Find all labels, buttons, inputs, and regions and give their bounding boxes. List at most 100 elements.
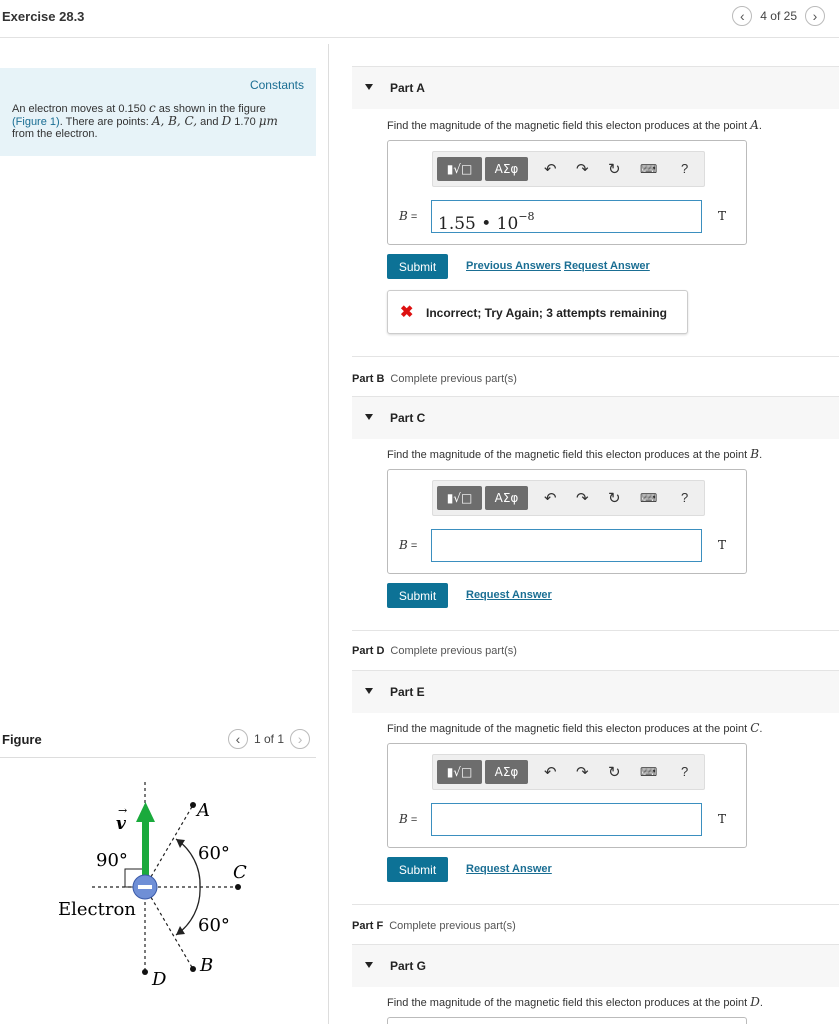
part-g-answer-box <box>387 1017 747 1024</box>
part-b-note: Part B Complete previous part(s) <box>352 373 517 385</box>
previous-answers-link[interactable]: Previous Answers <box>466 260 561 272</box>
vector-arrow-icon: → <box>118 804 127 817</box>
next-figure-button[interactable]: › <box>290 729 311 749</box>
unit-label: T <box>718 538 727 552</box>
part-d-note: Part D Complete previous part(s) <box>352 645 517 657</box>
help-icon[interactable]: ? <box>681 161 688 176</box>
undo-icon[interactable]: ↶ <box>544 160 557 178</box>
equals-sign: = <box>407 540 418 552</box>
part-e-submit-button[interactable]: Submit <box>387 857 448 882</box>
distance-value: 1.70 <box>231 116 259 128</box>
chevron-right-icon: › <box>812 8 818 24</box>
unit-label: T <box>718 812 727 826</box>
exercise-title: Exercise 28.3 <box>2 9 85 24</box>
reset-icon[interactable]: ↻ <box>608 763 621 781</box>
figure-divider <box>0 757 316 758</box>
part-c-answer-input[interactable] <box>431 529 702 562</box>
b-symbol: B <box>399 538 408 552</box>
keyboard-icon[interactable]: ⌨ <box>640 765 657 779</box>
question-point: A <box>750 118 759 132</box>
greek-symbols-button[interactable]: ΑΣφ <box>485 486 528 510</box>
b-label: B = <box>399 538 417 552</box>
question-point: D <box>750 995 760 1009</box>
part-a-submit-button[interactable]: Submit <box>387 254 448 279</box>
redo-icon[interactable]: ↷ <box>576 160 589 178</box>
reset-icon[interactable]: ↻ <box>608 160 621 178</box>
part-b-divider <box>352 356 839 357</box>
undo-icon[interactable]: ↶ <box>544 763 557 781</box>
constants-link[interactable]: Constants <box>250 78 304 92</box>
angle-60-top-label: 60° <box>198 843 230 864</box>
templates-button[interactable]: ▮√□ <box>437 157 482 181</box>
redo-icon[interactable]: ↷ <box>576 489 589 507</box>
reset-icon[interactable]: ↻ <box>608 489 621 507</box>
part-e-answer-input[interactable] <box>431 803 702 836</box>
request-answer-link[interactable]: Request Answer <box>466 589 552 601</box>
templates-button[interactable]: ▮√□ <box>437 486 482 510</box>
part-c-answer-box: ▮√□ ΑΣφ ↶ ↷ ↻ ⌨ ? B = T <box>387 469 747 574</box>
part-f-divider <box>352 904 839 905</box>
chevron-left-icon: ‹ <box>235 731 241 747</box>
part-a-title: Part A <box>390 81 425 95</box>
templates-button[interactable]: ▮√□ <box>437 760 482 784</box>
collapse-caret-icon <box>365 962 373 968</box>
statement-text: . There are points: <box>59 116 152 128</box>
collapse-caret-icon <box>365 414 373 420</box>
answer-value: 1.55 • 10 <box>438 214 519 234</box>
keyboard-icon[interactable]: ⌨ <box>640 162 657 176</box>
chevron-right-icon: › <box>297 731 303 747</box>
point-d-symbol: D <box>221 114 232 128</box>
point-d-label: D <box>151 969 167 990</box>
redo-icon[interactable]: ↷ <box>576 763 589 781</box>
b-label: B = <box>399 209 417 223</box>
part-c-title: Part C <box>390 411 426 425</box>
distance-unit: μm <box>258 114 278 128</box>
greek-symbols-button[interactable]: ΑΣφ <box>485 157 528 181</box>
arc-arrowhead-top <box>176 839 185 848</box>
part-a-question: Find the magnitude of the magnetic field… <box>387 118 762 132</box>
statement-text: from the electron. <box>12 128 98 140</box>
exercise-pager: ‹ 4 of 25 › <box>732 6 825 26</box>
undo-icon[interactable]: ↶ <box>544 489 557 507</box>
b-symbol: B <box>399 812 408 826</box>
part-a-header[interactable]: Part A <box>352 66 839 109</box>
figure-title: Figure <box>2 732 42 747</box>
part-f-note: Part F Complete previous part(s) <box>352 920 516 932</box>
part-a-answer-input[interactable]: 1.55 • 10−8 <box>431 200 702 234</box>
question-text: Find the magnitude of the magnetic field… <box>387 449 751 461</box>
point-c <box>235 884 241 890</box>
arc-arrowhead-bottom <box>176 926 185 935</box>
problem-statement-panel: Constants An electron moves at 0.150 c a… <box>0 68 316 156</box>
math-toolbar: ▮√□ ΑΣφ ↶ ↷ ↻ ⌨ ? <box>432 151 705 187</box>
prev-exercise-button[interactable]: ‹ <box>732 6 753 26</box>
next-exercise-button[interactable]: › <box>805 6 825 26</box>
column-divider <box>328 44 329 1024</box>
point-a-label: A <box>195 800 210 821</box>
part-e-header[interactable]: Part E <box>352 670 839 713</box>
request-answer-link[interactable]: Request Answer <box>466 863 552 875</box>
part-c-submit-button[interactable]: Submit <box>387 583 448 608</box>
prev-figure-button[interactable]: ‹ <box>228 729 248 749</box>
help-icon[interactable]: ? <box>681 490 688 505</box>
b-label: B = <box>399 812 417 826</box>
request-answer-link[interactable]: Request Answer <box>564 260 650 272</box>
part-f-label: Part F <box>352 920 384 932</box>
question-text: Find the magnitude of the magnetic field… <box>387 997 751 1009</box>
chevron-left-icon: ‹ <box>739 8 745 24</box>
greek-symbols-button[interactable]: ΑΣφ <box>485 760 528 784</box>
part-e-answer-box: ▮√□ ΑΣφ ↶ ↷ ↻ ⌨ ? B = T <box>387 743 747 848</box>
part-d-divider <box>352 630 839 631</box>
part-g-header[interactable]: Part G <box>352 944 839 987</box>
part-b-status: Complete previous part(s) <box>390 373 517 385</box>
incorrect-feedback: ✖ Incorrect; Try Again; 3 attempts remai… <box>387 290 688 334</box>
equals-sign: = <box>407 814 418 826</box>
figure-link[interactable]: (Figure 1) <box>12 116 60 128</box>
keyboard-icon[interactable]: ⌨ <box>640 491 657 505</box>
error-x-icon: ✖ <box>400 304 414 321</box>
part-g-question: Find the magnitude of the magnetic field… <box>387 995 763 1009</box>
point-b-label: B <box>199 955 213 976</box>
help-icon[interactable]: ? <box>681 764 688 779</box>
part-c-header[interactable]: Part C <box>352 396 839 439</box>
feedback-message: Incorrect; Try Again; 3 attempts remaini… <box>426 306 667 320</box>
exercise-pager-text: 4 of 25 <box>760 9 797 23</box>
